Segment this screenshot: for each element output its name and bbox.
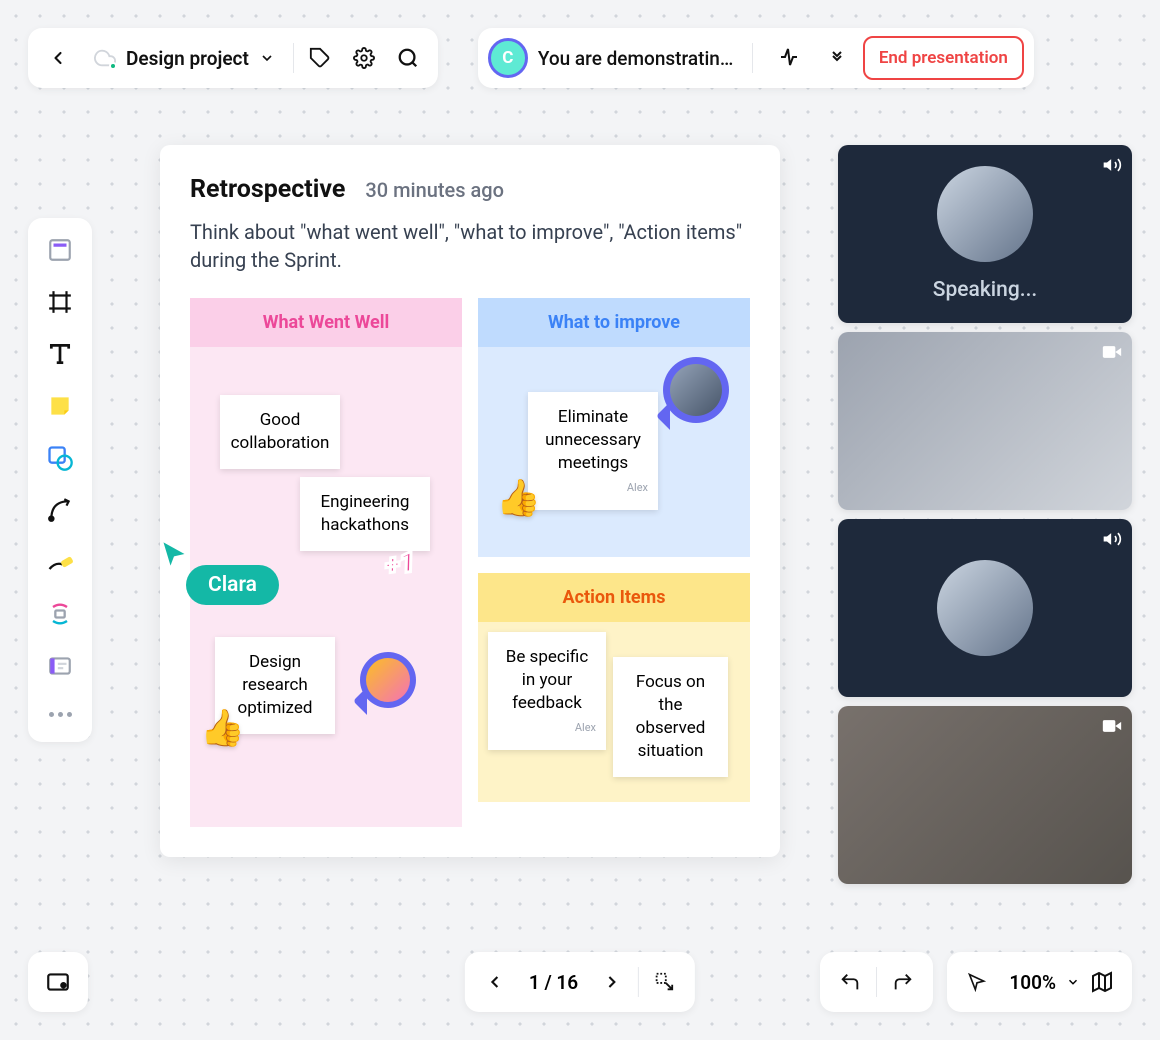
video-tile[interactable]: Speaking... <box>838 145 1132 323</box>
presentation-status-text: You are demonstrating... <box>538 47 738 70</box>
user-avatar-badge <box>663 357 729 423</box>
video-sidebar: Speaking... <box>838 145 1132 884</box>
history-group <box>820 952 933 1012</box>
view-group: 100% <box>947 952 1132 1012</box>
page-indicator: 1 / 16 <box>517 971 590 994</box>
plus-one-reaction: +1 <box>383 545 418 582</box>
text-tool[interactable] <box>36 330 84 378</box>
column-went-well[interactable]: What Went Well Good collaboration Engine… <box>190 298 462 827</box>
project-selector[interactable]: Design project <box>80 47 289 70</box>
page-navigator: 1 / 16 <box>465 952 695 1012</box>
frame-tool[interactable] <box>36 278 84 326</box>
thumbs-up-icon: 👍 <box>496 477 541 519</box>
speaker-icon <box>1102 529 1122 549</box>
note-author: Alex <box>498 721 596 736</box>
video-tile[interactable] <box>838 519 1132 697</box>
board-timestamp: 30 minutes ago <box>365 178 504 202</box>
column-header: What Went Well <box>190 298 462 347</box>
next-page-button[interactable] <box>590 960 634 1004</box>
chevron-down-icon <box>259 50 275 66</box>
camera-icon <box>1102 342 1122 362</box>
thumbs-up-icon: 👍 <box>200 707 245 749</box>
presenter-avatar[interactable]: C <box>488 38 528 78</box>
zoom-level[interactable]: 100% <box>999 971 1066 994</box>
note-author: Alex <box>538 481 648 496</box>
column-header: Action Items <box>478 573 750 622</box>
video-tile[interactable] <box>838 706 1132 884</box>
presentation-status-bar: C You are demonstrating... End presentat… <box>478 28 1034 88</box>
prev-page-button[interactable] <box>473 960 517 1004</box>
settings-button[interactable] <box>342 36 386 80</box>
user-avatar-badge <box>360 652 416 708</box>
mindmap-tool[interactable] <box>36 590 84 638</box>
minimap-toggle[interactable] <box>28 952 88 1012</box>
reactions-button[interactable] <box>767 36 811 80</box>
back-button[interactable] <box>36 36 80 80</box>
collaborator-cursor-label: Clara <box>186 565 279 605</box>
undo-button[interactable] <box>828 960 872 1004</box>
chevron-down-icon[interactable] <box>1066 975 1080 989</box>
column-action-items[interactable]: Action Items Be specific in your feedbac… <box>478 573 750 802</box>
fit-view-button[interactable] <box>643 960 687 1004</box>
sticky-note[interactable]: Good collaboration <box>220 395 340 469</box>
sticky-note[interactable]: Engineering hackathons <box>300 477 430 551</box>
cloud-icon <box>94 47 116 69</box>
pointer-tool[interactable] <box>955 960 999 1004</box>
sticky-note[interactable]: Eliminate unnecessary meetings Alex <box>528 392 658 510</box>
presentation-menu-button[interactable] <box>821 36 853 80</box>
sticky-note-tool[interactable] <box>36 382 84 430</box>
tag-button[interactable] <box>298 36 342 80</box>
more-tools-button[interactable] <box>36 694 84 734</box>
templates-tool[interactable] <box>36 226 84 274</box>
tool-toolbar <box>28 218 92 742</box>
participant-avatar <box>937 166 1033 262</box>
end-presentation-button[interactable]: End presentation <box>863 36 1024 80</box>
sticky-note[interactable]: Focus on the observed situation <box>613 657 728 777</box>
map-view-button[interactable] <box>1080 960 1124 1004</box>
board-title: Retrospective <box>190 175 345 204</box>
retrospective-board[interactable]: Retrospective 30 minutes ago Think about… <box>160 145 780 857</box>
shape-tool[interactable] <box>36 434 84 482</box>
redo-button[interactable] <box>881 960 925 1004</box>
sticky-note[interactable]: Be specific in your feedback Alex <box>488 632 606 750</box>
board-description: Think about "what went well", "what to i… <box>190 218 750 274</box>
pen-tool[interactable] <box>36 538 84 586</box>
participant-avatar <box>937 560 1033 656</box>
video-tile[interactable] <box>838 332 1132 510</box>
project-name: Design project <box>126 47 249 70</box>
connector-tool[interactable] <box>36 486 84 534</box>
card-tool[interactable] <box>36 642 84 690</box>
camera-icon <box>1102 716 1122 736</box>
column-improve[interactable]: What to improve Eliminate unnecessary me… <box>478 298 750 557</box>
participant-status: Speaking... <box>933 278 1038 302</box>
project-toolbar: Design project <box>28 28 438 88</box>
search-button[interactable] <box>386 36 430 80</box>
column-header: What to improve <box>478 298 750 347</box>
speaker-icon <box>1102 155 1122 175</box>
